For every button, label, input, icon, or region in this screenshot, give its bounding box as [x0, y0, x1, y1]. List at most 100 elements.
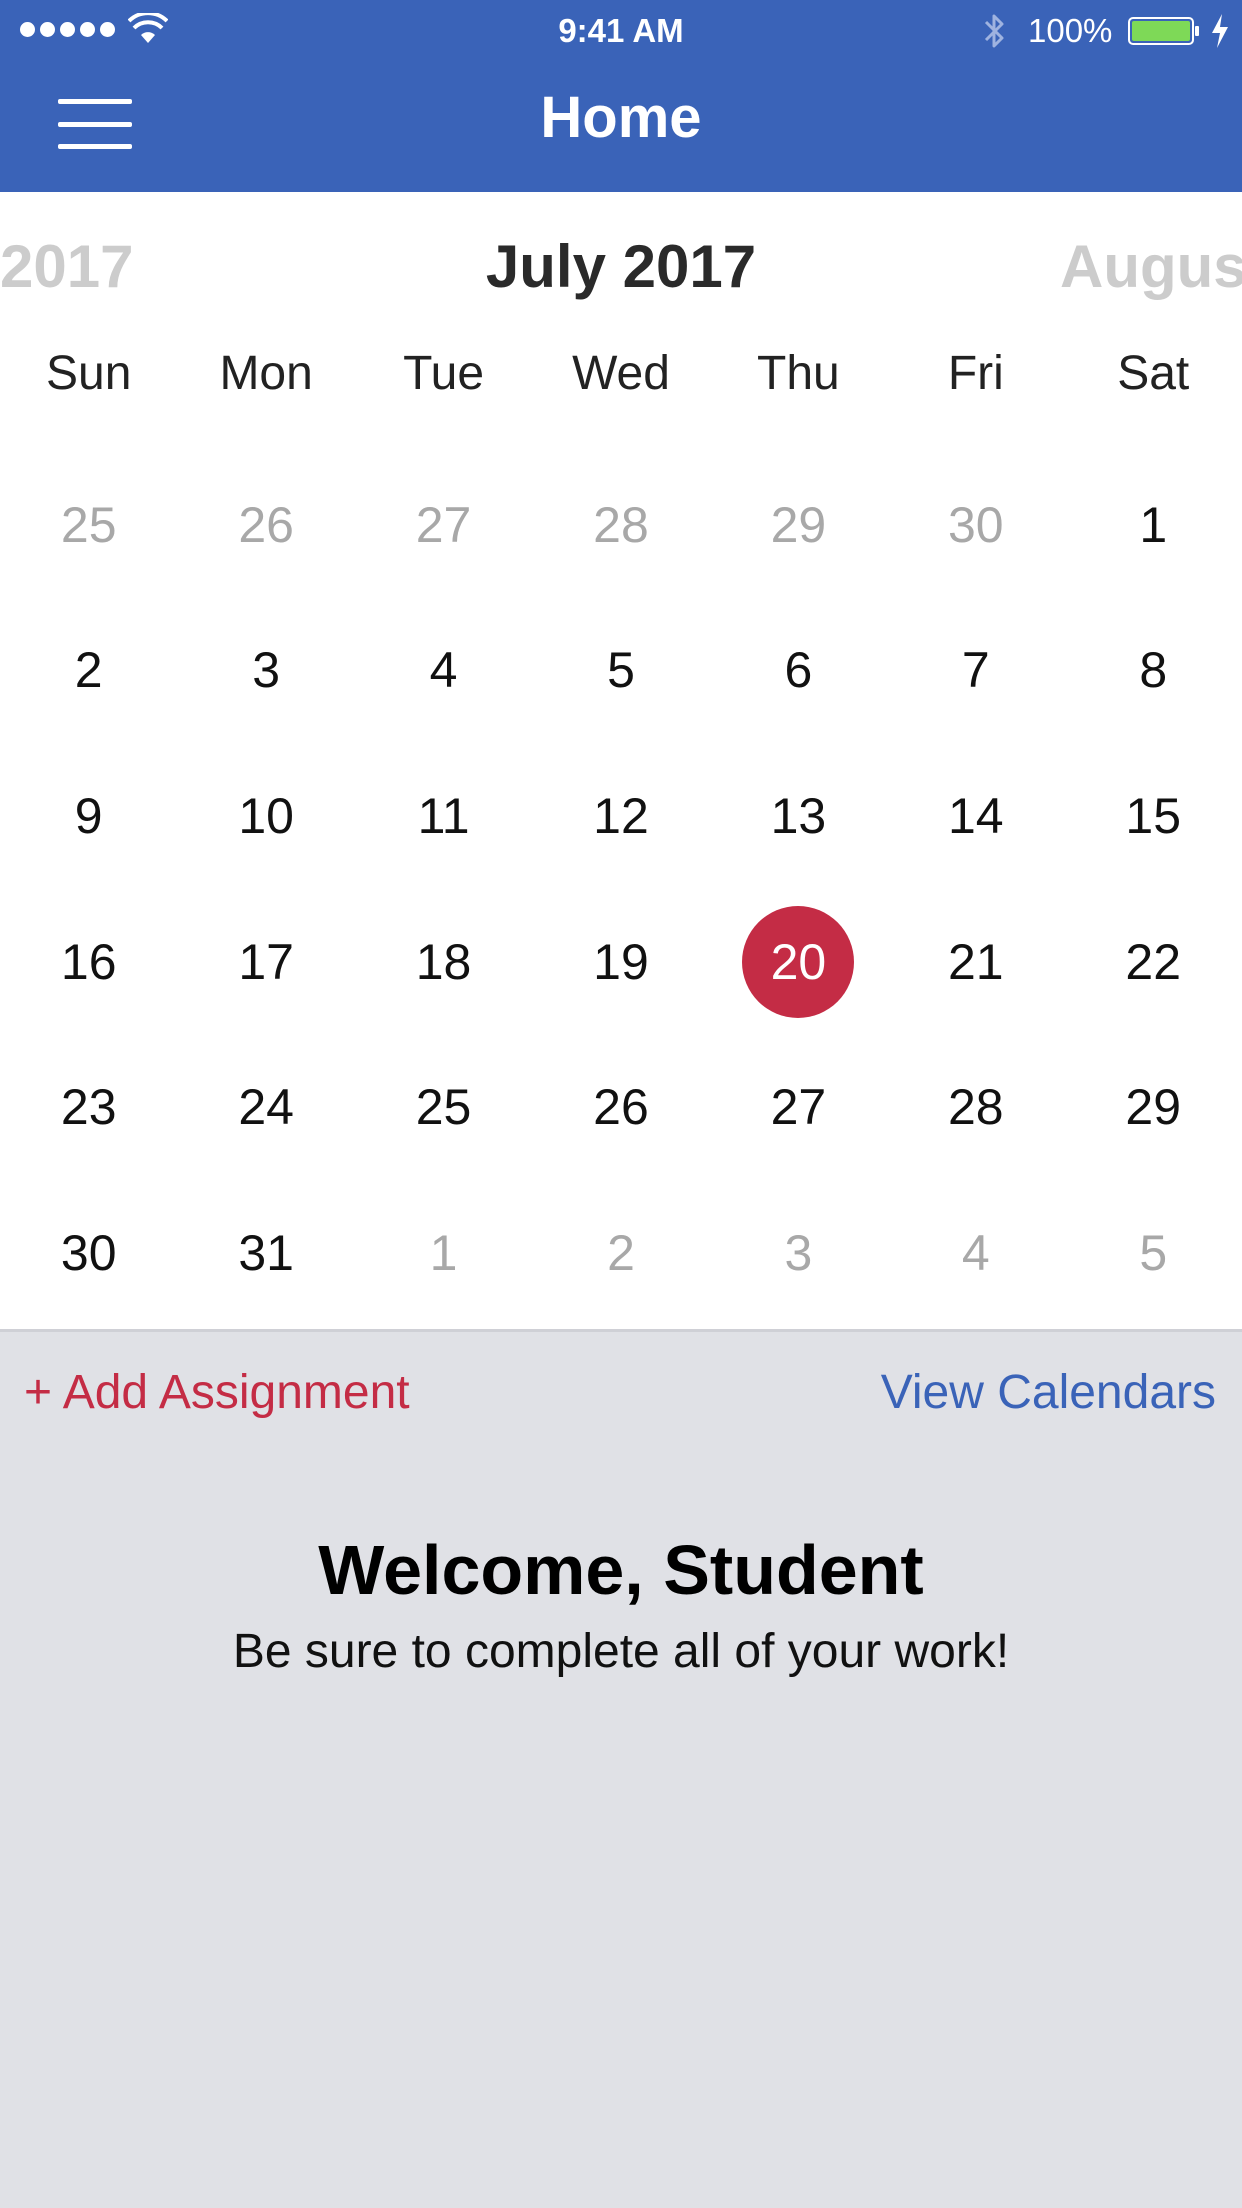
calendar-day[interactable]: 24	[177, 1034, 354, 1180]
welcome-subtitle: Be sure to complete all of your work!	[232, 1625, 1010, 1678]
calendar-day-number: 24	[238, 1079, 294, 1136]
calendar-day-number: 27	[415, 496, 472, 553]
calendar-day-number: 11	[417, 787, 470, 844]
calendar-day-number: 25	[415, 1079, 472, 1136]
calendar-day[interactable]: 23	[0, 1034, 177, 1180]
calendar-day-number: 29	[770, 496, 827, 553]
welcome-title: Welcome, Student	[318, 1531, 924, 1609]
calendar-day-number: 6	[784, 642, 813, 699]
calendar-day-selected[interactable]: 20	[710, 889, 887, 1035]
calendar-day[interactable]: 14	[887, 743, 1064, 889]
calendar-day-number: 19	[593, 933, 649, 990]
calendar-day[interactable]: 3	[710, 1180, 887, 1326]
calendar-day[interactable]: 19	[532, 889, 709, 1035]
weekday-label: Mon	[219, 347, 313, 400]
calendar-day[interactable]: 9	[0, 743, 177, 889]
calendar-day[interactable]: 15	[1065, 743, 1242, 889]
calendar-day-number: 26	[593, 1079, 649, 1136]
calendar-day[interactable]: 28	[532, 452, 709, 598]
calendar-week-row: 9 10 11 12 13 14 15	[0, 743, 1242, 889]
calendar-day-number: 31	[238, 1224, 294, 1281]
calendar-day-number: 14	[948, 787, 1004, 844]
calendar-day-number: 15	[1125, 787, 1182, 844]
calendar-day-number: 3	[252, 642, 281, 699]
calendar-day[interactable]: 5	[532, 598, 709, 744]
calendar-day[interactable]: 21	[887, 889, 1064, 1035]
calendar-day[interactable]: 26	[177, 452, 354, 598]
calendar-day[interactable]: 17	[177, 889, 354, 1035]
calendar-day[interactable]: 22	[1065, 889, 1242, 1035]
calendar-day[interactable]: 5	[1065, 1180, 1242, 1326]
calendar-day[interactable]: 2	[0, 598, 177, 744]
calendar-day[interactable]: 12	[532, 743, 709, 889]
calendar-day-number: 30	[60, 1224, 117, 1281]
calendar-day[interactable]: 29	[1065, 1034, 1242, 1180]
calendar-day-number: 20	[770, 933, 827, 990]
calendar-day-number: 7	[961, 642, 990, 699]
calendar-day[interactable]: 30	[0, 1180, 177, 1326]
status-bar: 9:41 AM 100%	[0, 0, 1242, 62]
calendar-day[interactable]: 8	[1065, 598, 1242, 744]
header: 9:41 AM 100% Home	[0, 0, 1242, 192]
calendar-day-number: 26	[238, 496, 294, 553]
calendar-day[interactable]: 6	[710, 598, 887, 744]
welcome-section: Welcome, Student Be sure to complete all…	[0, 1530, 1242, 1679]
calendar-day[interactable]: 18	[355, 889, 532, 1035]
view-calendars-button[interactable]: View Calendars	[881, 1365, 1216, 1420]
calendar-day-number: 13	[770, 787, 827, 844]
calendar-day[interactable]: 31	[177, 1180, 354, 1326]
calendar-day-number: 8	[1139, 642, 1168, 699]
next-month-label[interactable]: August	[1060, 232, 1242, 301]
day-grid: 25 26 27 28 29 30 1 2 3 4 5 6 7 8 9 10 11 12 13 14 15 16 17 18 1…	[0, 452, 1242, 1326]
calendar-day[interactable]: 27	[355, 452, 532, 598]
calendar-week-row: 23 24 25 26 27 28 29	[0, 1034, 1242, 1180]
calendar-day-number: 22	[1125, 933, 1182, 990]
calendar-day-number: 4	[429, 642, 458, 699]
calendar-day-number: 5	[1139, 1224, 1168, 1281]
calendar-day[interactable]: 25	[0, 452, 177, 598]
calendar-day[interactable]: 11	[355, 743, 532, 889]
calendar-day[interactable]: 4	[355, 598, 532, 744]
calendar-day[interactable]: 28	[887, 1034, 1064, 1180]
calendar-week-row: 16 17 18 19 20 21 22	[0, 889, 1242, 1035]
calendar-day[interactable]: 2	[532, 1180, 709, 1326]
calendar-day[interactable]: 27	[710, 1034, 887, 1180]
calendar-day-number: 2	[607, 1224, 635, 1281]
calendar-day-number: 12	[593, 787, 649, 844]
current-month-label: July 2017	[485, 233, 757, 300]
month-strip[interactable]: 2017 July 2017 August	[0, 232, 1242, 312]
calendar-day-number: 10	[238, 787, 294, 844]
calendar-day-number: 30	[948, 496, 1004, 553]
calendar-day-number: 1	[1139, 496, 1168, 553]
calendar-day[interactable]: 26	[532, 1034, 709, 1180]
calendar-day[interactable]: 29	[710, 452, 887, 598]
page-title: Home	[540, 85, 702, 150]
weekday-label: Wed	[572, 347, 670, 400]
calendar-day-number: 9	[74, 787, 103, 844]
calendar-day-number: 21	[948, 933, 1004, 990]
calendar-day-number: 18	[415, 933, 472, 990]
calendar-week-row: 2 3 4 5 6 7 8	[0, 598, 1242, 744]
calendar-day[interactable]: 25	[355, 1034, 532, 1180]
calendar-day[interactable]: 30	[887, 452, 1064, 598]
calendar-day-number: 27	[770, 1079, 827, 1136]
calendar-day-number: 16	[60, 933, 117, 990]
calendar-day[interactable]: 3	[177, 598, 354, 744]
bluetooth-icon	[984, 14, 1004, 48]
calendar-day[interactable]: 4	[887, 1180, 1064, 1326]
calendar-day[interactable]: 7	[887, 598, 1064, 744]
calendar-day[interactable]: 10	[177, 743, 354, 889]
calendar-day[interactable]: 13	[710, 743, 887, 889]
calendar-day[interactable]: 1	[1065, 452, 1242, 598]
calendar-day[interactable]: 1	[355, 1180, 532, 1326]
calendar-day-number: 1	[429, 1224, 458, 1281]
calendar: 2017 July 2017 August SunMonTueWedThuFri…	[0, 192, 1242, 1332]
add-assignment-button[interactable]: + Add Assignment	[24, 1365, 410, 1420]
calendar-day-number: 2	[74, 642, 103, 699]
calendar-day-number: 25	[60, 496, 117, 553]
calendar-day-number: 28	[948, 1079, 1004, 1136]
calendar-day-number: 17	[238, 933, 294, 990]
weekday-header: Sun Mon Tue Wed Thu Fri Sat	[0, 346, 1242, 401]
calendar-day[interactable]: 16	[0, 889, 177, 1035]
calendar-day-number: 4	[961, 1224, 990, 1281]
